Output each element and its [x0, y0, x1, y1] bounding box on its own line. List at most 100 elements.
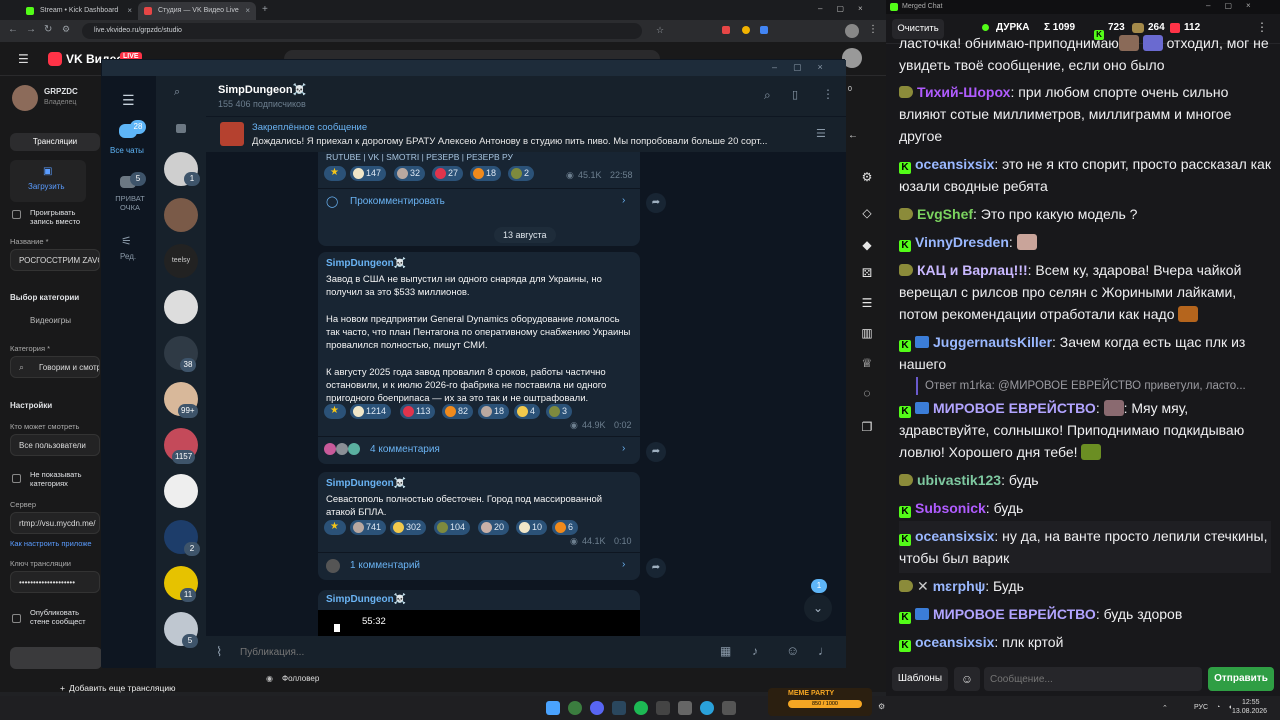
- chat-username[interactable]: JuggernautsKiller: [933, 334, 1052, 350]
- comment-bar[interactable]: 4 комментария ›: [318, 436, 640, 462]
- share-button[interactable]: ➦: [646, 442, 666, 462]
- clock-time[interactable]: 12:55: [1242, 699, 1260, 706]
- new-tab-button[interactable]: +: [262, 4, 268, 15]
- telegram-icon[interactable]: [700, 701, 714, 715]
- profile-avatar[interactable]: [845, 24, 859, 38]
- app-icon[interactable]: [656, 701, 670, 715]
- reaction[interactable]: 18: [470, 166, 502, 181]
- list-icon[interactable]: ☰: [858, 296, 876, 314]
- reaction[interactable]: 4: [514, 404, 541, 419]
- dice-icon[interactable]: ⚄: [858, 266, 876, 284]
- category-tab-games[interactable]: Видеоигры: [30, 316, 71, 325]
- chat-username[interactable]: Тихий-Шорох: [917, 84, 1010, 100]
- wifi-icon[interactable]: ◔: [1216, 704, 1220, 711]
- upload-cover-button[interactable]: ▣ Загрузить: [10, 160, 86, 202]
- pinned-list-icon[interactable]: ☰: [816, 127, 826, 140]
- tray-gear-icon[interactable]: ⚙: [878, 702, 885, 711]
- tab-kick-dashboard[interactable]: Stream • Kick Dashboard ×: [20, 2, 138, 20]
- reaction[interactable]: 32: [394, 166, 426, 181]
- copy-icon[interactable]: ❐: [858, 420, 876, 438]
- chat-icon[interactable]: ◌: [858, 386, 876, 404]
- start-icon[interactable]: [546, 701, 560, 715]
- extension-icon[interactable]: [760, 26, 768, 34]
- clock-date[interactable]: 13.08.2026: [1232, 708, 1267, 715]
- reaction-star[interactable]: ★: [324, 166, 346, 181]
- discord-icon[interactable]: [590, 701, 604, 715]
- channel-search-icon[interactable]: ⌕: [764, 88, 771, 103]
- spotify-icon[interactable]: [634, 701, 648, 715]
- reaction[interactable]: 147: [350, 166, 387, 181]
- broadcast-name-input[interactable]: РОСГОССТРИМ ZAVO: [10, 249, 100, 271]
- archive-icon[interactable]: [176, 124, 186, 133]
- extension-icon[interactable]: [742, 26, 750, 34]
- scroll-down-button[interactable]: ⌄: [804, 594, 832, 622]
- stream-key-input[interactable]: ••••••••••••••••••••: [10, 571, 100, 593]
- channel-title[interactable]: SimpDungeon☠️: [218, 83, 306, 96]
- hamburger-menu-icon[interactable]: ☰: [18, 52, 29, 66]
- templates-button[interactable]: Шаблоны: [892, 667, 948, 691]
- sidebar-toggle-icon[interactable]: ▯: [792, 88, 798, 101]
- chat-avatar[interactable]: [164, 198, 198, 232]
- reaction[interactable]: 1214: [350, 404, 392, 419]
- chat-username[interactable]: mɛrphψ: [933, 578, 986, 594]
- gem-icon[interactable]: ◇: [858, 206, 876, 224]
- folder-private[interactable]: 5 ПРИВАТ ОЧКА: [102, 172, 156, 218]
- chat-username[interactable]: МИРОВОЕ ЕВРЕЙСТВО: [933, 606, 1096, 622]
- forward-arrow-icon[interactable]: →: [26, 24, 36, 35]
- chat-username[interactable]: EvgShef: [917, 206, 973, 222]
- tab-vk-studio[interactable]: Студия — VK Видео Live ×: [138, 2, 256, 20]
- close-tab-icon[interactable]: ×: [245, 6, 250, 15]
- post-author[interactable]: SimpDungeon☠️: [326, 258, 406, 269]
- bell-icon[interactable]: ♪: [752, 644, 758, 658]
- reaction[interactable]: 3: [546, 404, 573, 419]
- chat-avatar[interactable]: [164, 290, 198, 324]
- send-button[interactable]: Отправить: [1208, 667, 1274, 691]
- diamond-icon[interactable]: ◆: [858, 238, 876, 256]
- post-author[interactable]: SimpDungeon☠️: [326, 594, 406, 605]
- reaction[interactable]: 20: [478, 520, 510, 535]
- site-info-icon[interactable]: ⚙: [62, 24, 70, 35]
- reload-icon[interactable]: ↻: [44, 24, 52, 35]
- chat-username[interactable]: Subsonick: [915, 500, 986, 516]
- publish-wall-checkbox[interactable]: [12, 614, 21, 623]
- settings-icon[interactable]: ⚙: [858, 170, 876, 188]
- attach-icon[interactable]: ⌇: [216, 644, 222, 660]
- window-controls[interactable]: –▢×: [1206, 1, 1265, 10]
- browser-menu-icon[interactable]: ⋮: [868, 24, 878, 35]
- chat-username[interactable]: oceansixsix: [915, 156, 994, 172]
- chat-avatar[interactable]: [164, 474, 198, 508]
- chat-avatar[interactable]: teelsy: [164, 244, 198, 278]
- app-icon[interactable]: [722, 701, 736, 715]
- reply-preview[interactable]: Ответ m1rka: @МИРОВОЕ ЕВРЕЙСТВО приветул…: [916, 377, 1271, 395]
- reaction[interactable]: 2: [508, 166, 535, 181]
- chat-message-input[interactable]: [984, 667, 1202, 691]
- chat-username[interactable]: VinnyDresden: [915, 234, 1009, 250]
- hide-categories-checkbox[interactable]: [12, 474, 21, 483]
- stats-icon[interactable]: ▥: [858, 326, 876, 344]
- chat-username[interactable]: МИРОВОЕ ЕВРЕЙСТВО: [933, 400, 1096, 416]
- publish-input[interactable]: [240, 642, 680, 662]
- share-button[interactable]: ➦: [646, 193, 666, 213]
- more-menu-icon[interactable]: ⋮: [822, 87, 834, 101]
- reaction[interactable]: 741: [350, 520, 387, 535]
- tray-chevron-icon[interactable]: ⌃: [1162, 704, 1168, 712]
- reaction-star[interactable]: ★: [324, 520, 346, 535]
- tg-search-icon[interactable]: ⌕: [174, 86, 180, 99]
- emoji-icon[interactable]: ☺: [786, 643, 799, 658]
- server-input[interactable]: rtmp://vsu.mycdn.me/: [10, 512, 100, 534]
- url-field[interactable]: live.vkvideo.ru/grpzdc/studio: [82, 23, 642, 39]
- language-indicator[interactable]: РУС: [1194, 704, 1208, 711]
- reaction[interactable]: 82: [442, 404, 474, 419]
- reaction[interactable]: 10: [516, 520, 548, 535]
- schedule-icon[interactable]: ▦: [720, 644, 731, 658]
- tab-broadcasts[interactable]: Трансляции: [10, 133, 100, 151]
- reaction[interactable]: 104: [434, 520, 471, 535]
- comment-bar[interactable]: ◯ Прокомментировать ›: [318, 188, 640, 214]
- howto-link[interactable]: Как настроить приложе: [10, 539, 92, 548]
- preview-checkbox[interactable]: [12, 210, 21, 219]
- tg-menu-icon[interactable]: ☰: [122, 92, 135, 109]
- chrome-icon[interactable]: [568, 701, 582, 715]
- chat-username[interactable]: КАЦ и Варлац!!!: [917, 262, 1028, 278]
- reaction-star[interactable]: ★: [324, 404, 346, 419]
- app-icon[interactable]: [678, 701, 692, 715]
